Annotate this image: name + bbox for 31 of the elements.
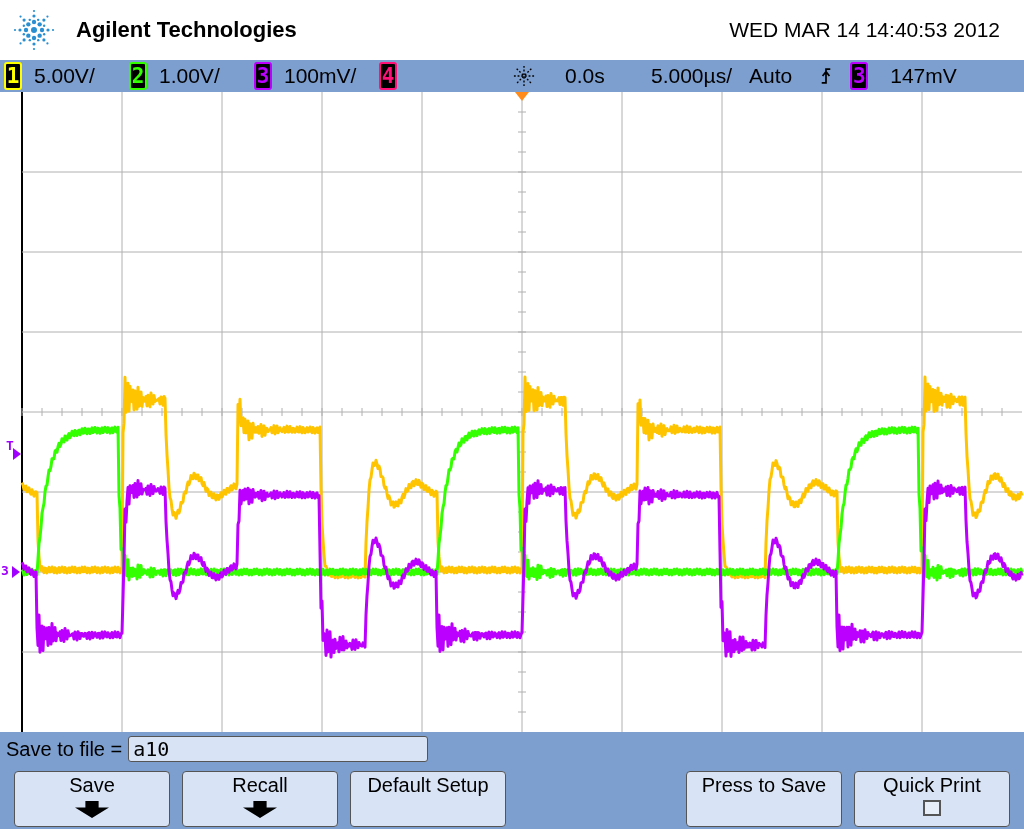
trigger-level-marker: T <box>6 439 14 452</box>
channel-scale: 1.00V/ <box>159 64 220 88</box>
softkey-button[interactable]: Save <box>14 771 170 827</box>
marker-arrow-icon <box>12 566 20 578</box>
channel-scale: 5.00V/ <box>34 64 95 88</box>
trigger-source-badge[interactable]: 3 <box>850 62 869 90</box>
channel-scale: 100mV/ <box>284 64 357 88</box>
date-time: WED MAR 14 14:40:53 2012 <box>729 18 1000 42</box>
softkey-button[interactable]: Default Setup <box>350 771 506 827</box>
down-arrow-icon <box>73 801 111 818</box>
save-label: Save to file = <box>6 737 123 761</box>
channel-badge[interactable]: 3 <box>254 62 272 90</box>
delay-value: 0.0s <box>565 64 606 88</box>
trigger-burst-icon <box>513 65 535 87</box>
channel-badge[interactable]: 1 <box>4 62 22 90</box>
marker-arrow-icon <box>13 448 21 460</box>
timebase-value: 5.000µs/ <box>651 64 731 88</box>
channel-ground-marker: 3 <box>1 564 9 577</box>
channel-badge[interactable]: 4 <box>379 62 397 90</box>
file-name-field[interactable]: a10 <box>128 736 429 762</box>
softkey-button[interactable]: Press to Save <box>686 771 842 827</box>
brand-name: Agilent Technologies <box>76 17 297 43</box>
trigger-level: 147mV <box>890 64 957 88</box>
softkey-button[interactable]: Recall <box>182 771 338 827</box>
channel-badge[interactable]: 2 <box>129 62 147 90</box>
trigger-mode: Auto <box>749 64 793 88</box>
starburst-logo-icon <box>12 8 56 52</box>
checkbox[interactable] <box>923 800 941 816</box>
down-arrow-icon <box>241 801 279 818</box>
softkey-button[interactable]: Quick Print <box>854 771 1010 827</box>
rising-edge-icon <box>820 66 833 86</box>
